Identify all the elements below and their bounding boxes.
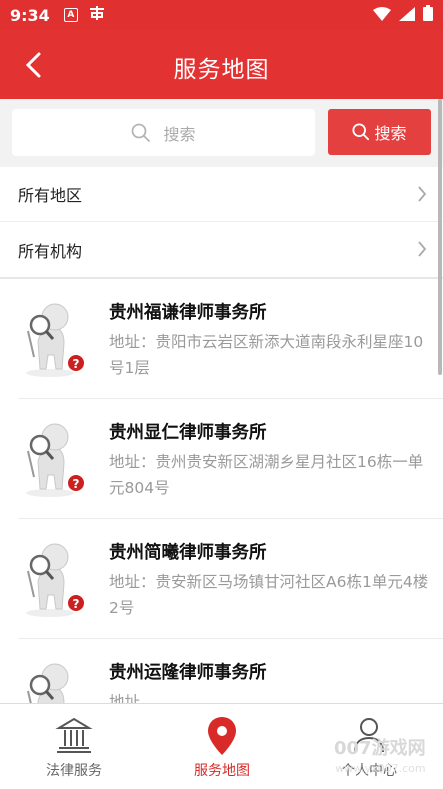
page-title: 服务地图 (173, 57, 270, 83)
tab-label: 服务地图 (194, 763, 250, 779)
search-icon (352, 123, 370, 141)
search-button-label: 搜索 (374, 124, 407, 143)
app-bar: 服务地图 (0, 30, 443, 99)
search-input[interactable]: 搜索 (12, 109, 315, 156)
wifi-icon (373, 6, 391, 25)
notification-a-icon: A (63, 8, 78, 22)
firm-name: 贵州运隆律师事务所 (109, 663, 267, 683)
firm-address: 地址：贵州贵安新区湖潮乡星月社区16栋一单元804号 (109, 453, 424, 497)
filter-institution-label: 所有机构 (18, 241, 83, 261)
svg-text:?: ? (73, 597, 80, 611)
battery-icon (423, 5, 433, 25)
tab-label: 法律服务 (46, 763, 102, 779)
signal-icon (399, 6, 415, 25)
inspector-figure-icon: ? (26, 303, 84, 377)
map-pin-icon (208, 717, 236, 755)
firm-name: 贵州显仁律师事务所 (109, 423, 267, 443)
inspector-figure-icon: ? (26, 423, 84, 497)
search-placeholder: 搜索 (163, 124, 196, 144)
watermark-logo: 007游戏网 www.yx007.com (334, 739, 426, 779)
notification-app-icon (88, 5, 106, 25)
filter-region[interactable]: 所有地区 (0, 167, 443, 222)
tab-service-map[interactable]: 服务地图 (148, 704, 296, 789)
status-bar: 9:34 A (0, 0, 443, 30)
firm-list[interactable]: ? 贵州福谦律师事务所 地址：贵阳市云岩区新添大道南段永利星座10号1层 ? 贵… (0, 279, 443, 703)
list-item[interactable]: ? 贵州运隆律师事务所 地址 (18, 639, 443, 703)
filter-region-label: 所有地区 (18, 186, 83, 205)
scrollbar[interactable] (438, 99, 442, 375)
search-bar: 搜索 搜索 (0, 99, 443, 167)
search-button[interactable]: 搜索 (328, 109, 431, 155)
courthouse-icon (55, 717, 93, 753)
list-item[interactable]: ? 贵州福谦律师事务所 地址：贵阳市云岩区新添大道南段永利星座10号1层 (18, 279, 443, 399)
chevron-right-icon (418, 241, 427, 257)
firm-address: 地址 (109, 693, 141, 703)
search-icon (132, 123, 151, 142)
watermark-text: 007游戏网 (334, 738, 426, 759)
firm-address: 地址：贵阳市云岩区新添大道南段永利星座10号1层 (109, 333, 424, 377)
svg-text:?: ? (73, 477, 80, 491)
svg-text:?: ? (73, 357, 80, 371)
firm-name: 贵州福谦律师事务所 (109, 303, 267, 323)
list-item[interactable]: ? 贵州简曦律师事务所 地址：贵安新区马场镇甘河社区A6栋1单元4楼2号 (18, 519, 443, 639)
firm-address: 地址：贵安新区马场镇甘河社区A6栋1单元4楼2号 (109, 573, 429, 617)
inspector-figure-icon: ? (26, 543, 84, 617)
tab-legal-services[interactable]: 法律服务 (0, 704, 148, 789)
chevron-right-icon (418, 186, 427, 202)
filter-institution[interactable]: 所有机构 (0, 222, 443, 277)
inspector-figure-icon: ? (27, 663, 69, 703)
firm-name: 贵州简曦律师事务所 (109, 543, 267, 563)
status-time: 9:34 (10, 5, 50, 25)
list-item[interactable]: ? 贵州显仁律师事务所 地址：贵州贵安新区湖潮乡星月社区16栋一单元804号 (18, 399, 443, 519)
watermark-url: www.yx007.com (335, 762, 426, 775)
